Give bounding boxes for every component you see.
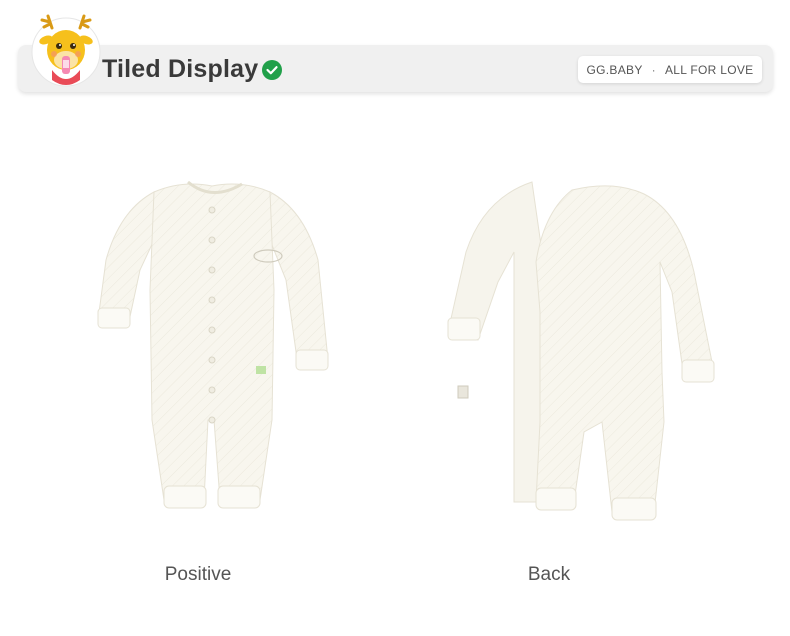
brand-name: GG.BABY bbox=[586, 62, 643, 77]
romper-back-image bbox=[447, 181, 715, 521]
caption-back: Back bbox=[527, 564, 571, 585]
brand-slogan: ALL FOR LOVE bbox=[664, 62, 754, 77]
tagline-separator: · bbox=[651, 62, 656, 77]
deer-mascot-icon bbox=[31, 14, 101, 87]
page-title: Tiled Display bbox=[102, 55, 259, 83]
checkmark-icon bbox=[262, 60, 282, 80]
brand-tagline: GG.BABY · ALL FOR LOVE bbox=[578, 56, 762, 83]
caption-positive: Positive bbox=[164, 564, 232, 585]
romper-front-image bbox=[97, 180, 329, 509]
